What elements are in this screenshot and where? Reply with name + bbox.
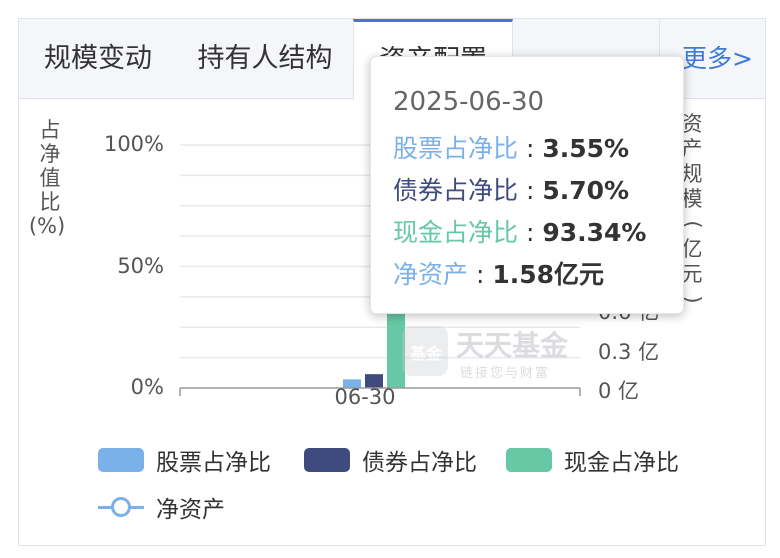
watermark: 基金 天天基金 链接您与财富 bbox=[402, 320, 602, 390]
tooltip: 2025-06-30 股票占净比 : 3.55% 债券占净比 : 5.70% 现… bbox=[370, 56, 684, 314]
tooltip-row-cash: 现金占净比 : 93.34% bbox=[393, 218, 647, 247]
watermark-title: 天天基金 bbox=[456, 329, 569, 362]
watermark-logo: 基金 bbox=[402, 326, 448, 376]
tooltip-row-bond: 债券占净比 : 5.70% bbox=[393, 176, 630, 205]
legend-label-net-assets: 净资产 bbox=[156, 497, 225, 523]
legend-label-stock: 股票占净比 bbox=[156, 450, 271, 476]
watermark-subtitle: 链接您与财富 bbox=[460, 366, 551, 381]
legend-label-bond: 债券占净比 bbox=[362, 450, 477, 476]
legend-swatch-bond bbox=[304, 448, 350, 472]
tooltip-value-bond: 5.70% bbox=[542, 176, 630, 205]
tooltip-value-net-assets: 1.58亿元 bbox=[492, 260, 605, 289]
legend-swatch-cash bbox=[506, 448, 552, 472]
legend-item-cash[interactable]: 现金占净比 bbox=[506, 443, 679, 477]
tooltip-label-net-assets: 净资产 bbox=[393, 260, 469, 289]
line-circle-icon bbox=[98, 495, 144, 519]
tooltip-value-cash: 93.34% bbox=[542, 218, 647, 247]
tooltip-row-stock: 股票占净比 : 3.55% bbox=[393, 134, 630, 163]
tooltip-label-cash: 现金占净比 bbox=[393, 218, 519, 247]
legend-label-cash: 现金占净比 bbox=[564, 450, 679, 476]
tooltip-row-net-assets: 净资产 : 1.58亿元 bbox=[393, 260, 605, 289]
legend-item-stock[interactable]: 股票占净比 bbox=[98, 443, 271, 477]
legend-swatch-stock bbox=[98, 448, 144, 472]
legend-item-bond[interactable]: 债券占净比 bbox=[304, 443, 477, 477]
tooltip-label-bond: 债券占净比 bbox=[393, 176, 519, 205]
tooltip-label-stock: 股票占净比 bbox=[393, 134, 519, 163]
tooltip-date: 2025-06-30 bbox=[393, 87, 545, 117]
x-tick-label: 06-30 bbox=[334, 385, 396, 409]
legend-item-net-assets[interactable]: 净资产 bbox=[98, 490, 225, 524]
tooltip-value-stock: 3.55% bbox=[542, 134, 630, 163]
